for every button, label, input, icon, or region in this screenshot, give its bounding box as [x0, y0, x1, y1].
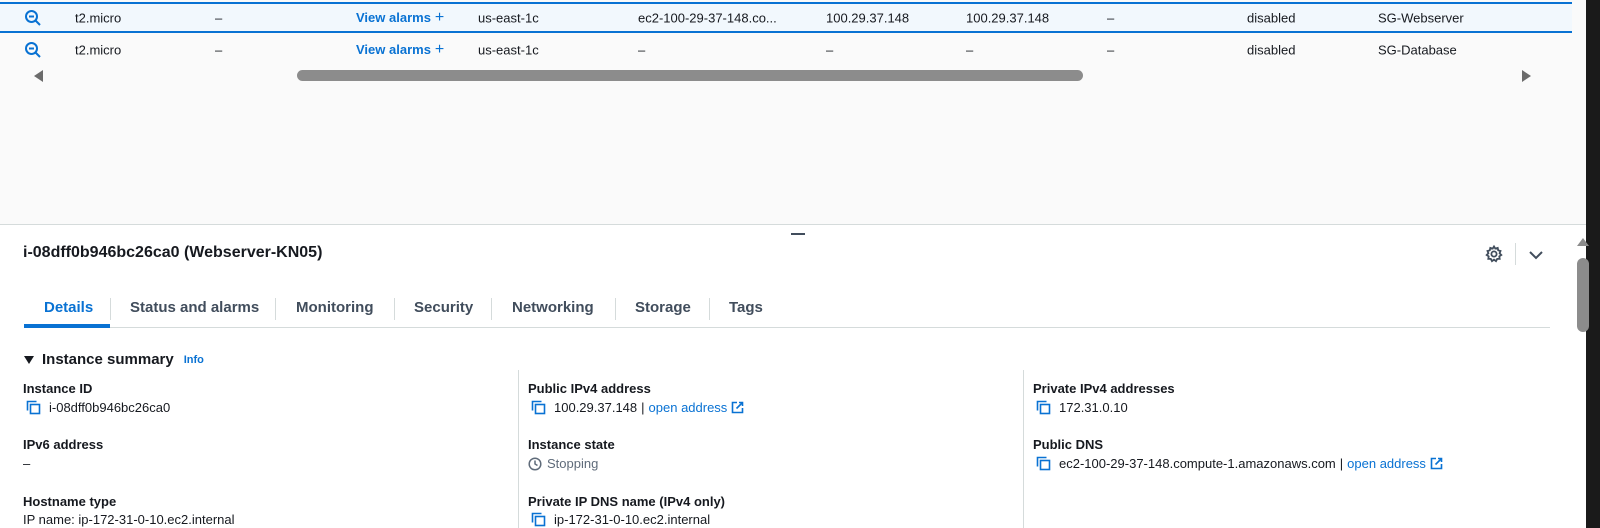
scroll-up-arrow-icon[interactable]	[1577, 238, 1589, 246]
horizontal-scrollbar[interactable]	[0, 66, 1572, 86]
hostname-type-label: Hostname type	[23, 494, 117, 509]
private-ipv4-value: 172.31.0.10	[1036, 400, 1128, 415]
table-row[interactable]: t2.micro – View alarms + us-east-1c – – –…	[0, 34, 1572, 65]
hostname-type-value: IP name: ip-172-31-0-10.ec2.internal	[23, 512, 235, 527]
instance-details-title: i-08dff0b946bc26ca0 (Webserver-KN05)	[23, 244, 323, 261]
scroll-right-arrow-icon[interactable]	[1522, 70, 1531, 82]
private-ip-dns-value: ip-172-31-0-10.ec2.internal	[531, 512, 710, 527]
tab-details[interactable]: Details	[24, 290, 110, 328]
status-check-cell: –	[215, 10, 223, 25]
instance-id-text: i-08dff0b946bc26ca0	[49, 400, 171, 415]
external-link-icon[interactable]	[1430, 457, 1443, 470]
instance-state-value: Stopping	[528, 456, 598, 471]
column-divider	[1023, 370, 1024, 528]
horizontal-scroll-thumb[interactable]	[297, 70, 1083, 81]
view-alarms-link[interactable]: View alarms +	[356, 41, 444, 59]
instance-state-label: Instance state	[528, 437, 615, 452]
header-separator	[1515, 243, 1516, 265]
tab-storage[interactable]: Storage	[615, 290, 711, 328]
instance-summary-title: Instance summary	[42, 351, 174, 368]
split-panel-divider	[0, 224, 1586, 225]
status-check-cell: –	[215, 42, 223, 57]
zoom-out-icon[interactable]	[24, 41, 42, 59]
details-tabs: Details Status and alarms Monitoring Sec…	[24, 290, 1550, 328]
ipv6-address-value: –	[23, 456, 31, 471]
public-ipv4-label: Public IPv4 address	[528, 381, 651, 396]
tab-tags[interactable]: Tags	[709, 290, 783, 328]
caret-down-icon[interactable]	[24, 355, 34, 364]
open-address-link[interactable]: open address	[649, 400, 728, 415]
copy-icon[interactable]	[1036, 456, 1051, 471]
instance-state-text: Stopping	[547, 456, 599, 471]
instance-summary-toggle[interactable]: Instance summary Info	[24, 351, 204, 368]
info-link[interactable]: Info	[184, 354, 204, 366]
public-dns-value: ec2-100-29-37-148.compute-1.amazonaws.co…	[1036, 456, 1443, 471]
public-dns-text: ec2-100-29-37-148.compute-1.amazonaws.co…	[1059, 456, 1336, 471]
add-alarm-icon[interactable]: +	[435, 41, 444, 58]
public-ipv4-value: 100.29.37.148 | open address	[531, 400, 744, 415]
open-address-link[interactable]: open address	[1347, 456, 1426, 471]
split-panel-drag-handle[interactable]	[791, 233, 805, 235]
view-alarms-label[interactable]: View alarms	[356, 10, 431, 25]
chevron-down-icon[interactable]	[1527, 246, 1545, 264]
availability-zone-cell: us-east-1c	[478, 42, 539, 57]
public-dns-label: Public DNS	[1033, 437, 1104, 452]
value-separator: |	[1339, 456, 1344, 471]
zoom-out-icon[interactable]	[24, 9, 42, 27]
private-ipv4-text: 172.31.0.10	[1059, 400, 1128, 415]
public-ipv4-cell: –	[826, 42, 834, 57]
gear-icon[interactable]	[1484, 244, 1504, 264]
elastic-ip-cell: –	[966, 42, 974, 57]
public-dns-cell: ec2-100-29-37-148.co...	[638, 10, 777, 25]
tab-monitoring[interactable]: Monitoring	[276, 290, 393, 328]
instances-table-area: t2.micro – View alarms + us-east-1c ec2-1…	[0, 0, 1586, 224]
public-dns-cell: –	[638, 42, 646, 57]
value-separator: |	[641, 400, 645, 415]
copy-icon[interactable]	[26, 400, 41, 415]
security-group-cell: SG-Webserver	[1378, 10, 1464, 25]
clock-icon	[528, 456, 542, 471]
scroll-left-arrow-icon[interactable]	[34, 70, 43, 82]
private-ipv4-label: Private IPv4 addresses	[1033, 381, 1175, 396]
ipv6-cell: –	[1107, 42, 1115, 57]
instance-type-cell: t2.micro	[75, 10, 122, 25]
vertical-scroll-thumb[interactable]	[1577, 258, 1589, 332]
tab-status-and-alarms[interactable]: Status and alarms	[110, 290, 279, 328]
view-alarms-label[interactable]: View alarms	[356, 42, 431, 57]
copy-icon[interactable]	[531, 512, 546, 527]
tab-security[interactable]: Security	[394, 290, 493, 328]
copy-icon[interactable]	[531, 400, 546, 415]
ipv6-cell: –	[1107, 10, 1115, 25]
ipv6-address-label: IPv6 address	[23, 437, 104, 452]
tab-networking[interactable]: Networking	[492, 290, 614, 328]
table-row[interactable]: t2.micro – View alarms + us-east-1c ec2-1…	[0, 2, 1572, 33]
monitoring-cell: disabled	[1247, 42, 1296, 57]
security-group-cell: SG-Database	[1378, 42, 1457, 57]
instance-id-label: Instance ID	[23, 381, 93, 396]
private-ip-dns-label: Private IP DNS name (IPv4 only)	[528, 494, 725, 509]
elastic-ip-cell: 100.29.37.148	[966, 10, 1050, 25]
availability-zone-cell: us-east-1c	[478, 10, 539, 25]
copy-icon[interactable]	[1036, 400, 1051, 415]
private-ip-dns-text: ip-172-31-0-10.ec2.internal	[554, 512, 711, 527]
instance-type-cell: t2.micro	[75, 42, 122, 57]
view-alarms-link[interactable]: View alarms +	[356, 9, 444, 27]
add-alarm-icon[interactable]: +	[435, 9, 444, 26]
public-ipv4-cell: 100.29.37.148	[826, 10, 910, 25]
public-ipv4-text: 100.29.37.148	[554, 400, 638, 415]
column-divider	[518, 370, 519, 528]
instance-id-value: i-08dff0b946bc26ca0	[26, 400, 170, 415]
monitoring-cell: disabled	[1247, 10, 1296, 25]
external-link-icon[interactable]	[731, 401, 744, 414]
